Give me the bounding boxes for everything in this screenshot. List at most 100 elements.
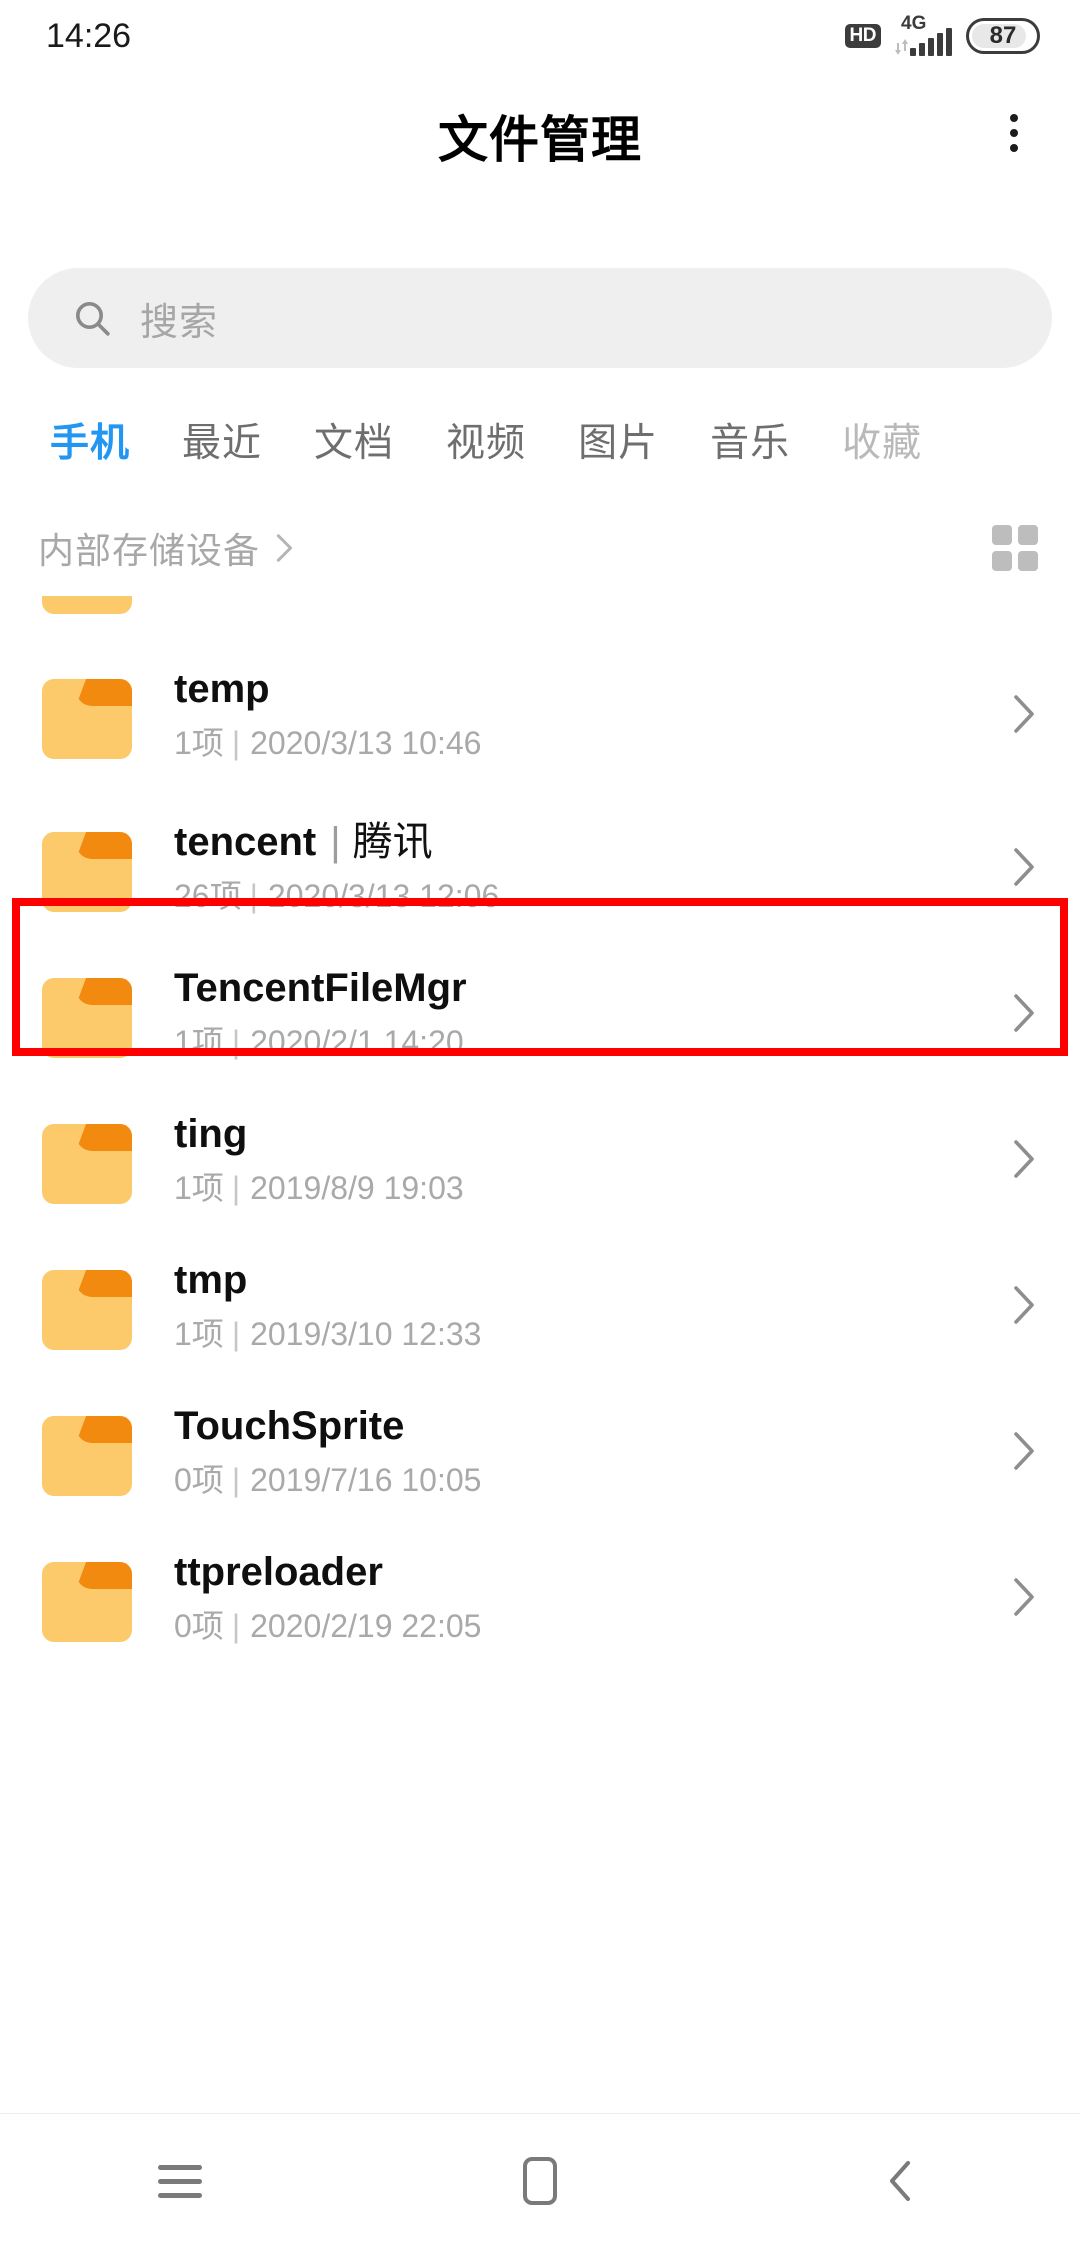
list-item-name: ttpreloader: [174, 1550, 383, 1595]
chevron-right-icon: [1014, 1286, 1034, 1324]
list-item-date: 2020/2/1 14:20: [250, 1023, 464, 1060]
folder-icon: [42, 1552, 132, 1642]
battery-icon: 87: [966, 18, 1040, 54]
tab-images[interactable]: 图片: [552, 412, 684, 468]
list-item-name: tmp: [174, 1258, 248, 1303]
file-manager-screen: 14:26 HD 4G 87 文件管理 搜索 手机 最近 文档 视频 图片 音乐…: [0, 0, 1080, 2248]
list-item-name-primary: tencent: [174, 820, 317, 865]
list-item[interactable]: tencent | 腾讯 26项 | 2020/3/13 12:06: [0, 794, 1080, 940]
name-separator: |: [330, 820, 341, 865]
chevron-right-icon: [1014, 1140, 1034, 1178]
list-item-name: tencent | 腾讯: [174, 819, 992, 865]
list-item-name: ting: [174, 1112, 248, 1157]
chevron-right-icon: [1014, 1432, 1034, 1470]
list-item-meta: 0项 | 2019/7/16 10:05: [174, 1462, 992, 1499]
chevron-right-icon: [276, 534, 293, 562]
folder-icon: [42, 1114, 132, 1204]
list-item-meta: 1项 | 2020/2/1 14:20: [174, 1024, 992, 1061]
tab-phone[interactable]: 手机: [24, 412, 156, 468]
chevron-right-icon: [1014, 1578, 1034, 1616]
status-time: 14:26: [46, 16, 132, 55]
list-item-meta: 1项 | 2019/8/9 19:03: [174, 1170, 992, 1207]
list-item-text: TouchSprite 0项 | 2019/7/16 10:05: [174, 1403, 992, 1498]
breadcrumb-label: 内部存储设备: [38, 530, 261, 571]
list-item-text: temp 1项 | 2020/3/13 10:46: [174, 666, 992, 761]
list-item-meta: 0项 | 2020/2/19 22:05: [174, 1608, 992, 1645]
tab-favorites[interactable]: 收藏: [816, 412, 948, 468]
folder-icon: [42, 968, 132, 1058]
list-item-count: 1项: [174, 1315, 224, 1352]
list-item-date: 2019/8/9 19:03: [250, 1169, 464, 1206]
hd-icon: HD: [844, 24, 881, 48]
recents-button[interactable]: [0, 2114, 360, 2248]
list-item-date: 2020/3/13 12:06: [267, 877, 500, 914]
breadcrumb-root[interactable]: 内部存储设备: [38, 522, 294, 574]
meta-separator: |: [231, 1461, 241, 1498]
list-item-name: TencentFileMgr: [174, 966, 467, 1011]
list-item-text: TencentFileMgr 1项 | 2020/2/1 14:20: [174, 965, 992, 1060]
back-button[interactable]: [720, 2114, 1080, 2248]
tab-videos[interactable]: 视频: [420, 412, 552, 468]
list-item[interactable]: tmp 1项 | 2019/3/10 12:33: [0, 1232, 1080, 1378]
signal-icon: 4G: [895, 13, 952, 56]
list-item-name: TouchSprite: [174, 1404, 405, 1449]
list-item-count: 0项: [174, 1607, 224, 1644]
meta-separator: |: [231, 724, 241, 761]
network-type-label: 4G: [901, 13, 927, 34]
tab-music[interactable]: 音乐: [684, 412, 816, 468]
list-item-count: 26项: [174, 877, 242, 914]
list-item-date: 2020/3/13 10:46: [250, 724, 482, 761]
list-item-meta: 1项 | 2020/3/13 10:46: [174, 725, 992, 762]
home-icon: [523, 2157, 557, 2205]
list-item-text: tmp 1项 | 2019/3/10 12:33: [174, 1257, 992, 1352]
page-title: 文件管理: [438, 112, 642, 168]
list-item-count: 1项: [174, 1023, 224, 1060]
back-icon: [890, 2161, 910, 2201]
list-item-meta: 26项 | 2020/3/13 12:06: [174, 878, 992, 915]
list-item-text: tencent | 腾讯 26项 | 2020/3/13 12:06: [174, 819, 992, 914]
list-item-text: ting 1项 | 2019/8/9 19:03: [174, 1111, 992, 1206]
overflow-menu-icon[interactable]: [986, 102, 1042, 164]
list-item[interactable]: 1项|2018/11/7 19:47: [0, 596, 1080, 634]
chevron-right-icon: [1014, 848, 1034, 886]
tab-documents[interactable]: 文档: [288, 412, 420, 468]
meta-separator: |: [231, 1607, 241, 1644]
list-item[interactable]: ting 1项 | 2019/8/9 19:03: [0, 1086, 1080, 1232]
status-bar: 14:26 HD 4G 87: [0, 0, 1080, 72]
status-icons: HD 4G 87: [844, 13, 1040, 56]
chevron-right-icon: [1014, 994, 1034, 1032]
list-item[interactable]: TouchSprite 0项 | 2019/7/16 10:05: [0, 1378, 1080, 1524]
system-nav-bar: [0, 2114, 1080, 2248]
folder-icon: [42, 822, 132, 912]
list-item[interactable]: ttpreloader 0项 | 2020/2/19 22:05: [0, 1524, 1080, 1670]
grid-view-toggle-icon[interactable]: [992, 525, 1038, 571]
app-bar: 文件管理: [0, 72, 1080, 194]
recents-icon: [158, 2164, 202, 2198]
list-item[interactable]: temp 1项 | 2020/3/13 10:46: [0, 634, 1080, 794]
list-item-text: ttpreloader 0项 | 2020/2/19 22:05: [174, 1549, 992, 1644]
search-input[interactable]: 搜索: [28, 268, 1052, 368]
folder-icon: [42, 1260, 132, 1350]
chevron-right-icon: [1014, 695, 1034, 733]
search-icon: [76, 302, 110, 336]
meta-separator: |: [231, 1169, 241, 1206]
list-item-meta: 1项 | 2019/3/10 12:33: [174, 1316, 992, 1353]
list-item-count: 1项: [174, 724, 224, 761]
home-button[interactable]: [360, 2114, 720, 2248]
folder-icon: [42, 669, 132, 759]
search-placeholder: 搜索: [140, 301, 219, 344]
meta-separator: |: [231, 1023, 241, 1060]
battery-level-label: 87: [989, 22, 1017, 49]
tab-recent[interactable]: 最近: [156, 412, 288, 468]
list-item-date: 2019/7/16 10:05: [250, 1461, 482, 1498]
list-item-count: 1项: [174, 1169, 224, 1206]
data-transfer-icon: [895, 39, 908, 55]
list-item[interactable]: TencentFileMgr 1项 | 2020/2/1 14:20: [0, 940, 1080, 1086]
breadcrumb: 内部存储设备: [0, 500, 1080, 596]
list-item-name-alias: 腾讯: [352, 820, 433, 865]
category-tabs[interactable]: 手机 最近 文档 视频 图片 音乐 收藏: [0, 392, 1080, 488]
folder-icon: [42, 596, 132, 614]
meta-separator: |: [249, 877, 258, 914]
list-item-name: temp: [174, 667, 270, 712]
file-list[interactable]: 1项|2018/11/7 19:47 temp 1项|2020/3/13 10:…: [0, 596, 1080, 2076]
